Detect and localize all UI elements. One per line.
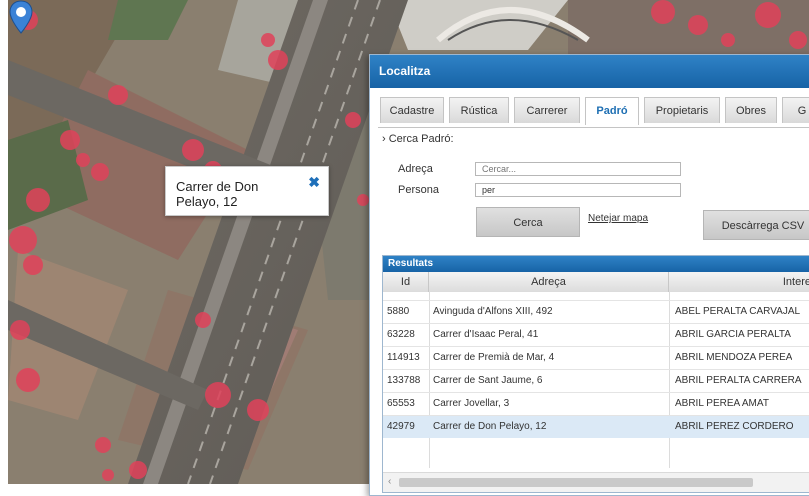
horizontal-scrollbar[interactable]: ‹: [383, 472, 809, 492]
column-header-interested[interactable]: Interess: [669, 272, 809, 292]
row-address: Carrer de Don Pelayo, 12: [433, 421, 547, 432]
address-input[interactable]: [475, 162, 681, 176]
tab-rustica[interactable]: Rústica: [449, 97, 509, 123]
map-popup: Carrer de Don Pelayo, 12 ✖: [165, 166, 329, 216]
row-interested: ABRIL PERALTA CARRERA: [675, 375, 802, 386]
table-row[interactable]: 133788 Carrer de Sant Jaume, 6 ABRIL PER…: [383, 369, 809, 392]
row-address: Avinguda d'Alfons XIII, 492: [433, 306, 553, 317]
table-row[interactable]: 5880 Avinguda d'Alfons XIII, 492 ABEL PE…: [383, 300, 809, 323]
row-id: 63228: [387, 329, 415, 340]
map-pin-icon[interactable]: [8, 0, 34, 34]
row-address: Carrer de Premià de Mar, 4: [433, 352, 555, 363]
scroll-left-icon[interactable]: ‹: [388, 476, 391, 487]
tab-bar: Cadastre Rústica Carrerer Padró Propieta…: [380, 97, 809, 125]
row-interested: ABRIL MENDOZA PEREA: [675, 352, 793, 363]
tab-obres[interactable]: Obres: [725, 97, 777, 123]
person-input[interactable]: [475, 183, 681, 197]
row-id: 65553: [387, 398, 415, 409]
column-header-id[interactable]: Id: [383, 272, 429, 292]
tab-divider: [378, 127, 809, 128]
section-title: › Cerca Padró:: [382, 133, 454, 145]
results-panel: Resultats Id Adreça Interess 5880 Avingu…: [382, 255, 809, 493]
row-address: Carrer de Sant Jaume, 6: [433, 375, 543, 386]
table-row-selected[interactable]: 42979 Carrer de Don Pelayo, 12 ABRIL PER…: [383, 415, 809, 438]
tab-carrerer[interactable]: Carrerer: [514, 97, 580, 123]
row-interested: ABRIL PEREA AMAT: [675, 398, 769, 409]
row-id: 133788: [387, 375, 421, 386]
row-address: Carrer d'Isaac Peral, 41: [433, 329, 539, 340]
clear-map-link[interactable]: Netejar mapa: [588, 213, 648, 224]
popup-address: Carrer de Don Pelayo, 12: [176, 179, 259, 209]
person-label: Persona: [398, 184, 439, 196]
row-id: 5880: [387, 306, 410, 317]
row-interested: ABEL PERALTA CARVAJAL: [675, 306, 801, 317]
dialog-title: Localitza: [370, 55, 809, 88]
table-row[interactable]: 65553 Carrer Jovellar, 3 ABRIL PEREA AMA…: [383, 392, 809, 415]
download-csv-button[interactable]: Descàrrega CSV: [703, 210, 809, 240]
row-id: 114913: [387, 352, 420, 363]
row-address: Carrer Jovellar, 3: [433, 398, 510, 409]
close-icon[interactable]: ✖: [308, 175, 320, 189]
row-id: 42979: [387, 421, 415, 432]
scrollbar-thumb[interactable]: [399, 478, 753, 487]
column-header-address[interactable]: Adreça: [429, 272, 669, 292]
search-button[interactable]: Cerca: [476, 207, 580, 237]
tab-padro[interactable]: Padró: [585, 97, 639, 125]
localitza-dialog: Localitza Cadastre Rústica Carrerer Padr…: [369, 54, 809, 496]
table-row[interactable]: 63228 Carrer d'Isaac Peral, 41 ABRIL GAR…: [383, 323, 809, 346]
tab-propietaris[interactable]: Propietaris: [644, 97, 720, 123]
results-table: 5880 Avinguda d'Alfons XIII, 492 ABEL PE…: [383, 300, 809, 438]
tab-g[interactable]: G: [782, 97, 809, 123]
row-interested: ABRIL GARCIA PERALTA: [675, 329, 791, 340]
results-title: Resultats: [383, 256, 809, 272]
tab-cadastre[interactable]: Cadastre: [380, 97, 444, 123]
address-label: Adreça: [398, 163, 433, 175]
row-interested: ABRIL PEREZ CORDERO: [675, 421, 794, 432]
table-row[interactable]: 114913 Carrer de Premià de Mar, 4 ABRIL …: [383, 346, 809, 369]
